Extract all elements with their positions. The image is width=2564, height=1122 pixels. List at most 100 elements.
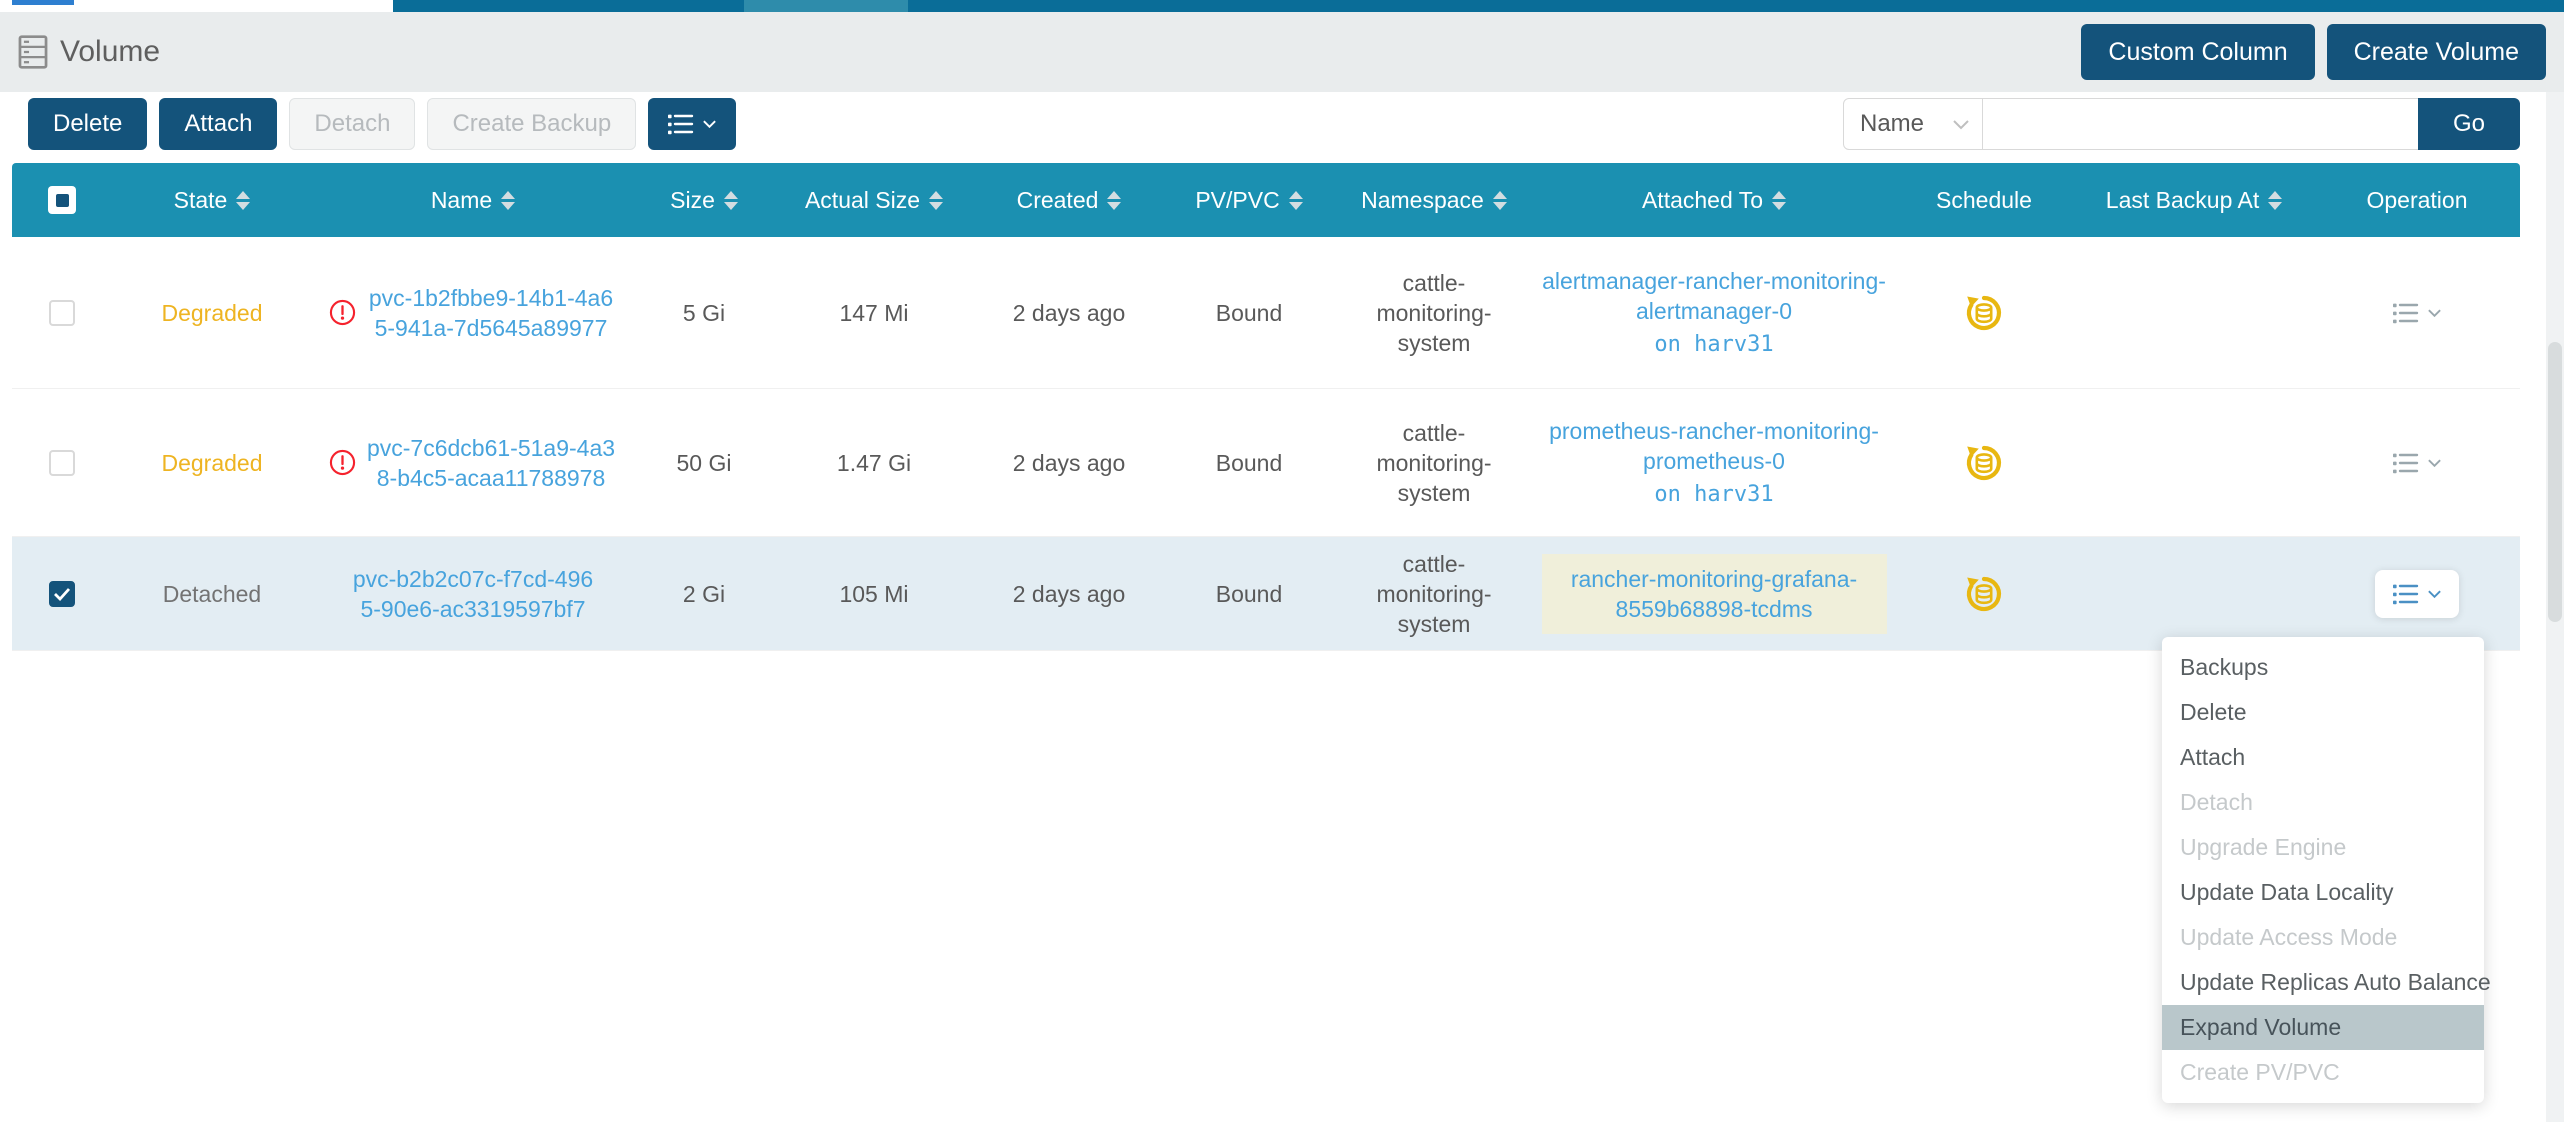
column-header-name[interactable]: Name xyxy=(312,187,634,214)
column-header-created[interactable]: Created xyxy=(974,187,1164,214)
scrollbar-track[interactable] xyxy=(2546,92,2564,1122)
detach-bulk-button: Detach xyxy=(289,98,415,150)
bulk-actions-menu-button[interactable] xyxy=(648,98,736,150)
column-header-last-backup-at[interactable]: Last Backup At xyxy=(2074,187,2314,214)
cell-actual-size: 1.47 Gi xyxy=(774,448,974,478)
cell-attached-to: rancher-monitoring-grafana-8559b68898-tc… xyxy=(1534,554,1894,634)
select-all-header-cell[interactable] xyxy=(12,186,112,214)
cell-name: pvc-b2b2c07c-f7cd-4965-90e6-ac3319597bf7 xyxy=(312,564,634,624)
operation-menu-item-attach[interactable]: Attach xyxy=(2162,735,2484,780)
row-checkbox[interactable] xyxy=(49,450,75,476)
cell-attached-to: alertmanager-rancher-monitoring-alertman… xyxy=(1534,266,1894,360)
cell-created: 2 days ago xyxy=(974,448,1164,478)
operation-menu-item-expand-volume[interactable]: Expand Volume xyxy=(2162,1005,2484,1050)
column-header-state[interactable]: State xyxy=(112,187,312,214)
operation-menu-item-update-replicas-auto-balance[interactable]: Update Replicas Auto Balance xyxy=(2162,960,2484,1005)
attached-to-link[interactable]: alertmanager-rancher-monitoring-alertman… xyxy=(1542,266,1887,326)
operation-menu-trigger[interactable] xyxy=(2392,302,2442,324)
volume-table: State Name Size Actual Size Created PV/PVCNam… xyxy=(12,163,2520,651)
column-label: Created xyxy=(1017,187,1099,214)
volume-name-link[interactable]: pvc-1b2fbbe9-14b1-4a65-941a-7d5645a89977 xyxy=(365,283,617,343)
volume-name-link[interactable]: pvc-7c6dcb61-51a9-4a38-b4c5-acaa11788978 xyxy=(365,433,617,493)
operation-dropdown-menu: BackupsDeleteAttachDetachUpgrade EngineU… xyxy=(2162,637,2484,1103)
attached-node-label: on harv31 xyxy=(1654,480,1773,510)
list-icon xyxy=(2392,583,2420,605)
cell-state: Detached xyxy=(112,579,312,609)
operation-menu-item-upgrade-engine: Upgrade Engine xyxy=(2162,825,2484,870)
search-input[interactable] xyxy=(1983,98,2418,150)
attached-to-link[interactable]: rancher-monitoring-grafana-8559b68898-tc… xyxy=(1542,554,1887,634)
namespace-label: cattle-monitoring-system xyxy=(1353,549,1515,639)
column-header-actual-size[interactable]: Actual Size xyxy=(774,187,974,214)
cell-operation xyxy=(2314,570,2520,618)
cell-state: Degraded xyxy=(112,448,312,478)
cell-size: 50 Gi xyxy=(634,448,774,478)
cell-schedule xyxy=(1894,574,2074,614)
table-row: Degraded pvc-7c6dcb61-51a9-4a38-b4c5-acaa… xyxy=(12,389,2520,537)
cell-pv-pvc: Bound xyxy=(1164,448,1334,478)
search-field-select[interactable]: Name xyxy=(1843,98,1983,150)
cell-namespace: cattle-monitoring-system xyxy=(1334,549,1534,639)
state-badge: Degraded xyxy=(161,298,262,328)
row-checkbox[interactable] xyxy=(49,581,75,607)
search-field-value: Name xyxy=(1860,110,1924,138)
operation-menu-item-detach: Detach xyxy=(2162,780,2484,825)
cell-pv-pvc: Bound xyxy=(1164,298,1334,328)
volume-name-link[interactable]: pvc-b2b2c07c-f7cd-4965-90e6-ac3319597bf7 xyxy=(347,564,599,624)
chevron-down-icon xyxy=(1952,119,1970,130)
indeterminate-mark xyxy=(56,194,69,207)
create-volume-button[interactable]: Create Volume xyxy=(2327,24,2546,80)
tab-strip-dark-section xyxy=(393,0,2564,12)
custom-column-button[interactable]: Custom Column xyxy=(2081,24,2314,80)
cell-pv-pvc: Bound xyxy=(1164,579,1334,609)
cell-select xyxy=(12,300,112,326)
column-header-attached-to[interactable]: Attached To xyxy=(1534,187,1894,214)
cell-created: 2 days ago xyxy=(974,579,1164,609)
column-header-namespace[interactable]: Namespace xyxy=(1334,187,1534,214)
delete-bulk-button[interactable]: Delete xyxy=(28,98,147,150)
operation-menu-item-update-data-locality[interactable]: Update Data Locality xyxy=(2162,870,2484,915)
column-header-pv-pvc[interactable]: PV/PVC xyxy=(1164,187,1334,214)
cell-operation xyxy=(2314,302,2520,324)
active-tab-indicator xyxy=(12,0,74,5)
chevron-down-icon xyxy=(2427,458,2442,468)
column-label: State xyxy=(174,187,228,214)
operation-menu-item-backups[interactable]: Backups xyxy=(2162,645,2484,690)
operation-menu-trigger[interactable] xyxy=(2375,570,2459,618)
cell-schedule xyxy=(1894,443,2074,483)
attach-bulk-button[interactable]: Attach xyxy=(159,98,277,150)
sort-carets-icon xyxy=(2268,191,2282,210)
column-label: Size xyxy=(670,187,715,214)
cell-size: 5 Gi xyxy=(634,298,774,328)
recurring-backup-schedule-icon xyxy=(1964,574,2004,614)
cell-name: pvc-7c6dcb61-51a9-4a38-b4c5-acaa11788978 xyxy=(312,433,634,493)
sort-carets-icon xyxy=(1107,191,1121,210)
cell-actual-size: 105 Mi xyxy=(774,579,974,609)
column-label: Operation xyxy=(2366,187,2467,214)
bulk-actions-toolbar: DeleteAttachDetachCreate Backup xyxy=(28,98,736,150)
scrollbar-thumb[interactable] xyxy=(2548,342,2562,622)
row-checkbox[interactable] xyxy=(49,300,75,326)
chevron-down-icon xyxy=(2427,308,2442,318)
volume-warning-icon xyxy=(329,299,356,326)
operation-menu-item-delete[interactable]: Delete xyxy=(2162,690,2484,735)
cell-name: pvc-1b2fbbe9-14b1-4a65-941a-7d5645a89977 xyxy=(312,283,634,343)
table-body: Degraded pvc-1b2fbbe9-14b1-4a65-941a-7d56… xyxy=(12,237,2520,651)
attached-to-link[interactable]: prometheus-rancher-monitoring-prometheus… xyxy=(1542,416,1887,476)
operation-menu-trigger[interactable] xyxy=(2392,452,2442,474)
page-title-wrap: Volume xyxy=(18,35,160,69)
column-header-size[interactable]: Size xyxy=(634,187,774,214)
sort-carets-icon xyxy=(1493,191,1507,210)
namespace-label: cattle-monitoring-system xyxy=(1353,418,1515,508)
operation-menu-item-create-pv-pvc: Create PV/PVC xyxy=(2162,1050,2484,1095)
list-icon xyxy=(2392,452,2420,474)
column-label: Schedule xyxy=(1936,187,2032,214)
sort-carets-icon xyxy=(1289,191,1303,210)
sort-carets-icon xyxy=(1772,191,1786,210)
cell-operation xyxy=(2314,452,2520,474)
select-all-checkbox[interactable] xyxy=(48,186,76,214)
chevron-down-icon xyxy=(702,119,717,129)
column-label: Name xyxy=(431,187,492,214)
search-go-button[interactable]: Go xyxy=(2418,98,2520,150)
tab-strip-light-section xyxy=(744,0,908,12)
